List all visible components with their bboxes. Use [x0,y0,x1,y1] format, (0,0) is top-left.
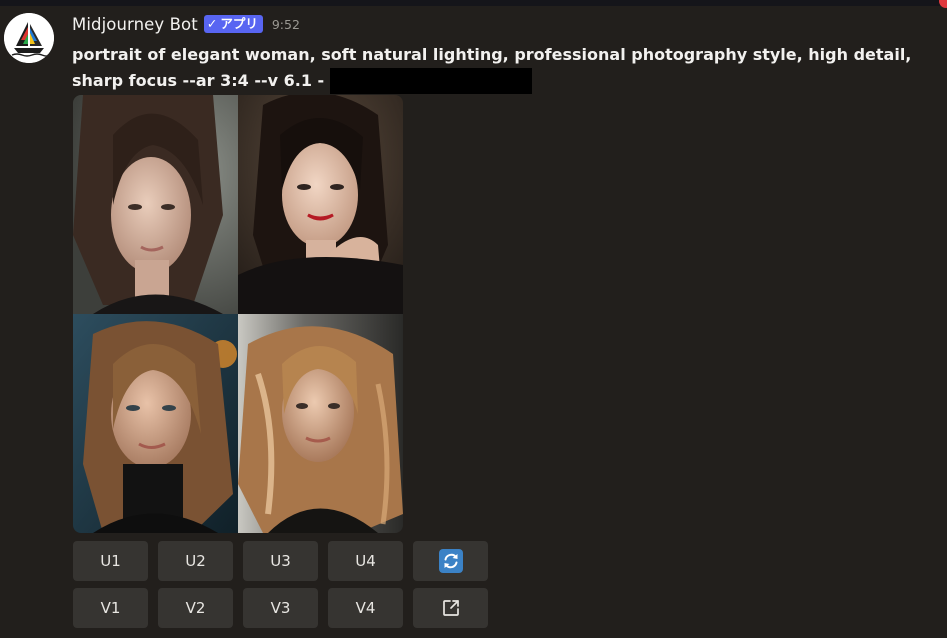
variation-3-button[interactable]: V3 [243,588,318,628]
avatar[interactable] [4,13,54,63]
image-grid[interactable] [73,95,403,533]
upscale-3-button[interactable]: U3 [243,541,318,581]
image-tile-4[interactable] [238,314,403,533]
bot-message: Midjourney Bot ✓ アプリ 9:52 portrait of el… [0,0,947,638]
message-header: Midjourney Bot ✓ アプリ 9:52 [72,12,300,36]
open-web-button[interactable] [413,588,488,628]
variation-4-button[interactable]: V4 [328,588,403,628]
variation-2-button[interactable]: V2 [158,588,233,628]
sailboat-logo-icon [4,13,54,63]
portrait-image-2 [238,95,403,314]
redacted-block [329,68,532,94]
external-link-icon [442,600,459,616]
prompt-text: portrait of elegant woman, soft natural … [72,42,942,94]
portrait-image-1 [73,95,238,314]
checkmark-icon: ✓ [206,16,218,31]
username[interactable]: Midjourney Bot [72,15,198,34]
timestamp[interactable]: 9:52 [272,17,300,32]
app-badge-label: アプリ [220,16,258,31]
variation-1-button[interactable]: V1 [73,588,148,628]
reroll-button[interactable] [413,541,488,581]
portrait-image-4 [238,314,403,533]
upscale-4-button[interactable]: U4 [328,541,403,581]
image-tile-1[interactable] [73,95,238,314]
upscale-1-button[interactable]: U1 [73,541,148,581]
portrait-image-3 [73,314,238,533]
app-badge: ✓ アプリ [203,15,263,33]
refresh-icon [438,549,463,573]
image-tile-2[interactable] [238,95,403,314]
upscale-2-button[interactable]: U2 [158,541,233,581]
image-tile-3[interactable] [73,314,238,533]
